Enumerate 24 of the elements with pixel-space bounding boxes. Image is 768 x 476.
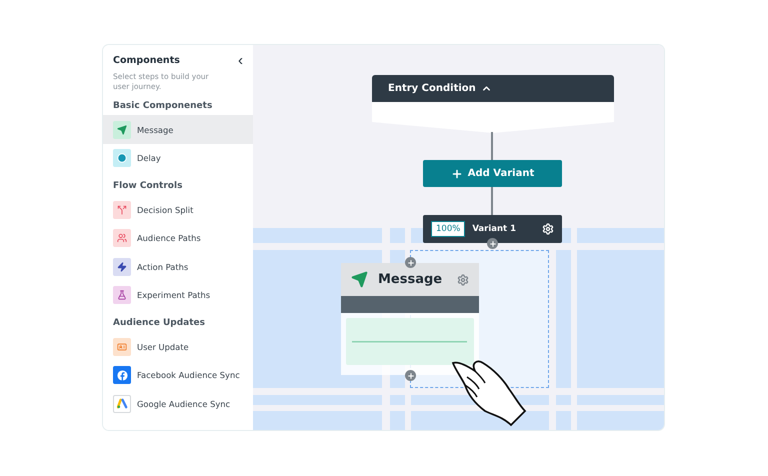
variant-node[interactable]: 100% Variant 1 [423,215,562,243]
section-heading: Basic Componenets [112,100,214,114]
variant-percentage: 100% [431,221,466,237]
collapse-button[interactable]: ‹ [238,53,243,68]
card-title: Message [378,272,444,287]
send-icon [351,271,368,288]
plus-icon [450,168,463,180]
section-heading: Audience Updates [112,317,206,330]
panel-title: Components [113,55,180,66]
entry-condition-header[interactable]: Entry Condition [372,75,614,102]
component-item[interactable]: Experiment Paths [103,280,253,310]
add-step-icon[interactable] [487,238,498,249]
component-item[interactable]: Decision Split [103,195,253,224]
section-heading: Flow Controls [112,180,184,194]
component-item[interactable]: Message [103,115,253,144]
component-item[interactable]: Google Audience Sync [103,389,253,418]
component-item[interactable]: Delay [103,144,253,172]
component-item[interactable]: Audience Paths [103,224,253,252]
component-item[interactable]: Action Paths [103,252,253,281]
add-variant-button[interactable]: Add Variant [423,160,562,187]
message-card[interactable]: Message [341,263,479,375]
component-item[interactable]: Facebook Audience Sync [103,360,253,390]
component-item[interactable]: User Update [103,332,253,361]
variant-label: Variant 1 [472,224,517,234]
